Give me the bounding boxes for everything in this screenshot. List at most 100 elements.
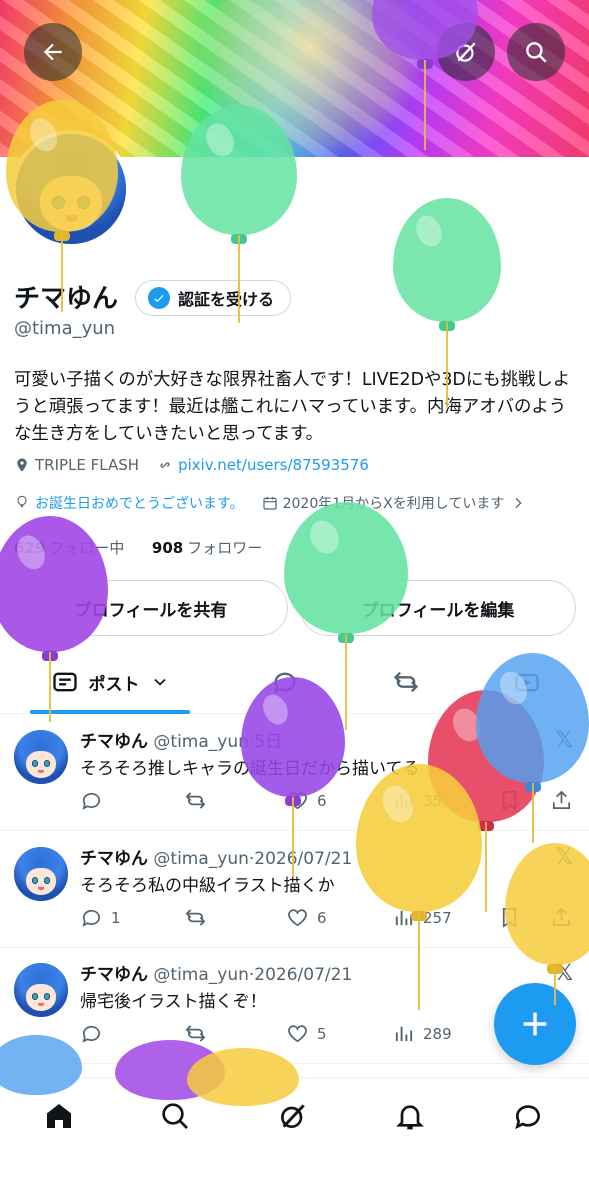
share-icon xyxy=(552,790,571,810)
views-icon xyxy=(395,910,413,926)
post-actions: 1 6 257 xyxy=(80,906,575,932)
views-button[interactable]: 257 xyxy=(392,906,452,929)
media-tab-icon xyxy=(515,673,539,692)
heart-icon xyxy=(288,909,307,927)
share-icon xyxy=(552,907,571,927)
repost-icon xyxy=(185,1025,206,1042)
location-icon xyxy=(17,458,27,472)
verify-label: 認証を受ける xyxy=(178,290,275,309)
share-button[interactable] xyxy=(550,789,573,812)
repost-icon xyxy=(185,792,206,809)
like-button[interactable]: 6 xyxy=(286,789,327,812)
post-avatar[interactable] xyxy=(14,847,68,901)
follow-stats: 629 フォロー中 908 フォロワー xyxy=(14,537,262,558)
reply-icon xyxy=(82,792,101,810)
followers-link[interactable]: 908 フォロワー xyxy=(152,539,262,557)
nav-search[interactable] xyxy=(155,1096,195,1136)
reply-button[interactable] xyxy=(80,1022,111,1045)
home-icon xyxy=(47,1104,71,1128)
reply-icon xyxy=(82,1025,101,1043)
repost-button[interactable] xyxy=(184,906,215,929)
post-header: チマゆん @tima_yun·2026/07/21 xyxy=(80,849,353,869)
post-header: チマゆん @tima_yun·5日 xyxy=(80,732,283,752)
grok-icon xyxy=(456,42,476,62)
share-profile-button[interactable]: プロフィールを共有 xyxy=(14,580,288,636)
grok-icon xyxy=(281,1104,305,1128)
repost-tab-icon xyxy=(393,671,419,693)
bottom-nav xyxy=(0,1077,589,1200)
tab-media[interactable] xyxy=(497,652,557,712)
tab-replies[interactable] xyxy=(255,652,315,712)
chevron-right-icon[interactable] xyxy=(510,495,526,511)
nav-notifications[interactable] xyxy=(390,1096,430,1136)
repost-icon xyxy=(185,909,206,926)
views-icon xyxy=(395,1026,413,1042)
verified-check-icon xyxy=(148,287,170,309)
nav-home[interactable] xyxy=(39,1096,79,1136)
views-icon xyxy=(395,793,413,809)
post-text: そろそろ私の中級イラスト描くか xyxy=(80,876,335,896)
profile-birthday: お誕生日おめでとうございます。 xyxy=(35,496,244,512)
back-arrow-icon xyxy=(43,43,62,61)
x-logo-icon: 𝕏 xyxy=(555,961,573,986)
calendar-icon xyxy=(263,497,277,510)
like-button[interactable]: 5 xyxy=(286,1022,327,1045)
views-button[interactable]: 351 xyxy=(392,789,452,812)
reply-button[interactable] xyxy=(80,789,111,812)
profile-meta-location-link: TRIPLE FLASH pixiv.net/users/87593576 xyxy=(14,456,369,474)
repost-button[interactable] xyxy=(184,789,215,812)
profile-meta-birthday-joined: お誕生日おめでとうございます。 2020年1月からXを利用しています xyxy=(14,493,531,513)
post-avatar[interactable] xyxy=(14,730,68,784)
views-button[interactable]: 289 xyxy=(392,1022,452,1045)
tab-posts[interactable]: ポスト xyxy=(30,652,190,714)
nav-grok[interactable] xyxy=(273,1096,313,1136)
search-icon xyxy=(526,42,547,63)
message-icon xyxy=(515,1105,540,1130)
profile-location: TRIPLE FLASH xyxy=(35,456,140,474)
following-link[interactable]: 629 フォロー中 xyxy=(14,539,124,557)
profile-avatar[interactable] xyxy=(12,130,130,248)
reply-button[interactable]: 1 xyxy=(80,906,121,929)
reply-tab-icon xyxy=(273,672,296,694)
bookmark-button[interactable] xyxy=(498,789,521,812)
profile-joined: 2020年1月からXを利用しています xyxy=(282,496,505,512)
search-button[interactable] xyxy=(507,23,565,81)
post-text: 帰宅後イラスト描くぞ！ xyxy=(80,992,267,1012)
chevron-down-icon xyxy=(153,678,166,686)
x-logo-icon: 𝕏 xyxy=(555,845,573,870)
like-button[interactable]: 6 xyxy=(286,906,327,929)
compose-post-button[interactable] xyxy=(494,983,576,1065)
balloon-icon xyxy=(17,495,27,509)
posts-tab-icon xyxy=(52,672,77,692)
bookmark-button[interactable] xyxy=(498,906,521,929)
heart-icon xyxy=(288,1025,307,1043)
bell-icon xyxy=(396,1105,424,1130)
profile-name: チマゆん xyxy=(14,284,119,314)
edit-profile-button[interactable]: プロフィールを編集 xyxy=(300,580,576,636)
share-button[interactable] xyxy=(550,906,573,929)
repost-button[interactable] xyxy=(184,1022,215,1045)
verify-button[interactable]: 認証を受ける xyxy=(135,280,292,316)
post-item[interactable]: チマゆん @tima_yun·2026/07/21 𝕏 そろそろ私の中級イラスト… xyxy=(0,831,589,948)
grok-button[interactable] xyxy=(437,23,495,81)
post-item[interactable]: チマゆん @tima_yun·5日 𝕏 そろそろ推しキャラの誕生日だから描いてる… xyxy=(0,714,589,831)
post-text: そろそろ推しキャラの誕生日だから描いてる xyxy=(80,759,420,779)
back-button[interactable] xyxy=(24,23,82,81)
search-icon xyxy=(162,1103,188,1129)
tab-reposts[interactable] xyxy=(376,652,436,712)
nav-messages[interactable] xyxy=(508,1096,548,1136)
profile-website-link[interactable]: pixiv.net/users/87593576 xyxy=(178,456,369,474)
post-actions: 6 351 xyxy=(80,789,575,815)
tab-posts-label: ポスト xyxy=(88,674,140,695)
x-logo-icon: 𝕏 xyxy=(555,728,573,753)
post-header: チマゆん @tima_yun·2026/07/21 xyxy=(80,965,353,985)
plus-icon xyxy=(523,1012,547,1036)
profile-tabs: ポスト xyxy=(0,652,589,714)
post-avatar[interactable] xyxy=(14,963,68,1017)
profile-bio: 可愛い子描くのが大好きな限界社畜人です！LIVE2Dや3Dにも挑戦しようと頑張っ… xyxy=(14,370,571,444)
heart-icon xyxy=(288,792,307,810)
reply-icon xyxy=(82,909,101,927)
bookmark-icon xyxy=(502,908,517,928)
balloon-icon xyxy=(393,198,501,407)
profile-handle: @tima_yun xyxy=(14,318,116,339)
